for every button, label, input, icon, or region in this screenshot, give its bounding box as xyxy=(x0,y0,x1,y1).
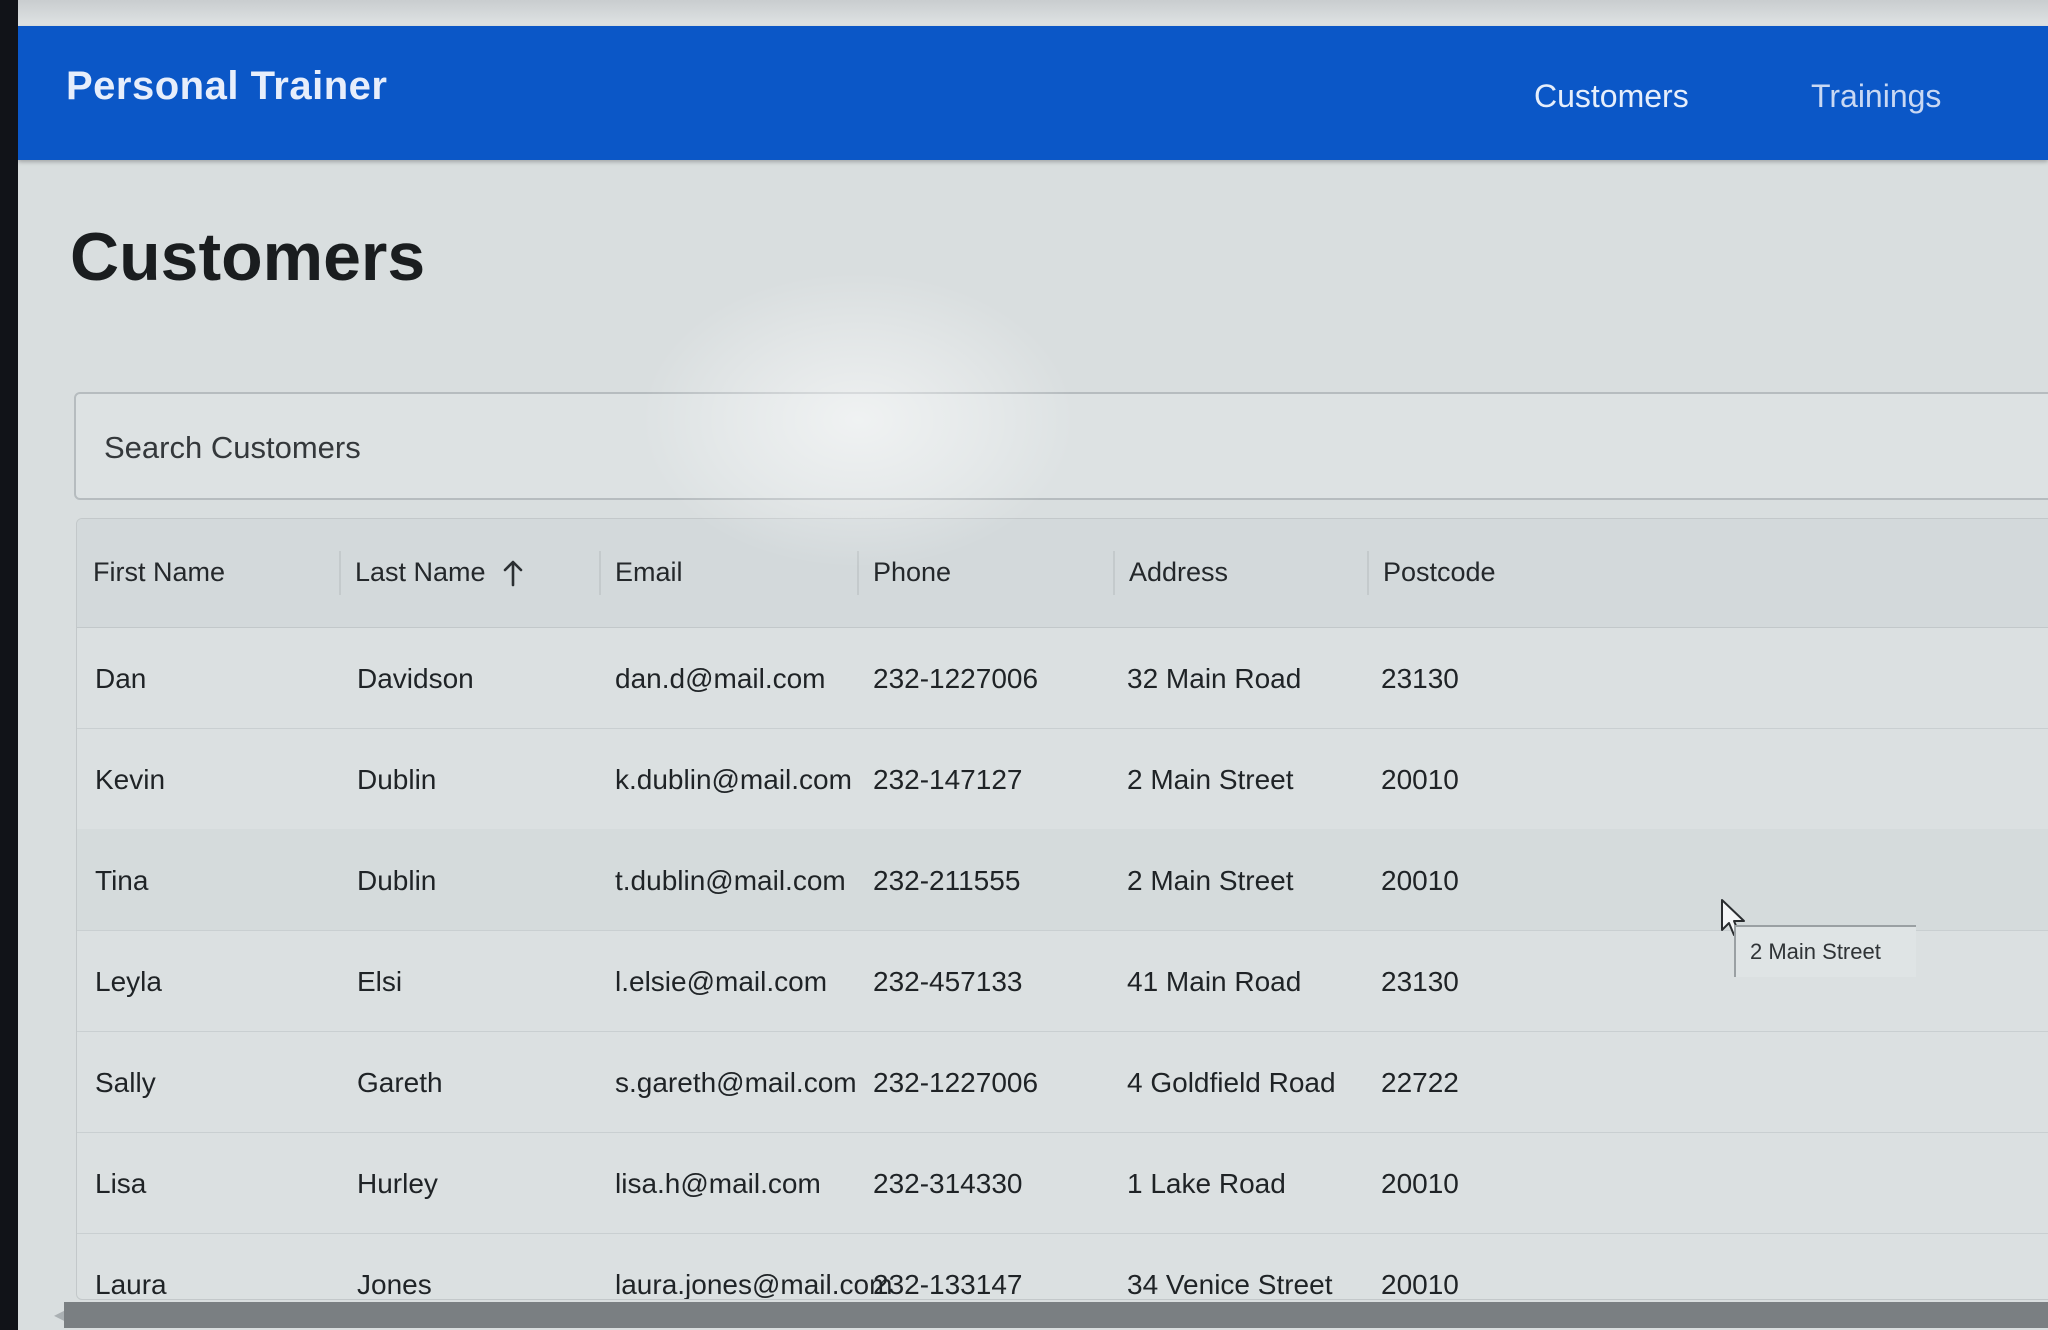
cell-last-name[interactable]: Dublin xyxy=(357,865,436,897)
column-header-label: Last Name xyxy=(355,557,486,587)
cell-address[interactable]: 41 Main Road xyxy=(1127,966,1301,998)
column-header-label: Phone xyxy=(873,557,952,587)
cell-first-name[interactable]: Tina xyxy=(95,865,148,897)
column-header-label: First Name xyxy=(93,557,226,587)
search-input[interactable] xyxy=(102,424,2006,472)
cell-phone[interactable]: 232-1227006 xyxy=(873,663,1038,695)
cell-phone[interactable]: 232-133147 xyxy=(873,1269,1022,1299)
cell-address[interactable]: 1 Lake Road xyxy=(1127,1168,1286,1200)
table-row[interactable]: Laura Jones laura.jones@mail.com 232-133147… xyxy=(77,1233,2048,1299)
cell-address[interactable]: 4 Goldfield Road xyxy=(1127,1067,1336,1099)
horizontal-scrollbar[interactable] xyxy=(64,1302,2048,1328)
nav-trainings-link[interactable]: Trainings xyxy=(1811,78,1941,115)
customers-table: First Name Last Name Email Phone Address… xyxy=(76,518,2048,1300)
column-header-label: Email xyxy=(615,557,683,587)
cell-email[interactable]: laura.jones@mail.com xyxy=(615,1269,892,1299)
page-title: Customers xyxy=(70,219,426,295)
cell-postcode[interactable]: 20010 xyxy=(1381,1269,1459,1299)
cell-phone[interactable]: 232-1227006 xyxy=(873,1067,1038,1099)
arrow-up-icon[interactable] xyxy=(502,559,524,587)
cell-first-name[interactable]: Laura xyxy=(95,1269,167,1299)
browser-chrome-edge xyxy=(18,0,2048,26)
cell-last-name[interactable]: Elsi xyxy=(357,966,402,998)
table-row[interactable]: Kevin Dublin k.dublin@mail.com 232-147127 2 … xyxy=(77,728,2048,830)
browser-viewport: Personal Trainer Customers Trainings Cus… xyxy=(18,0,2048,1330)
cell-email[interactable]: l.elsie@mail.com xyxy=(615,966,827,998)
column-header-email[interactable]: Email xyxy=(615,557,683,588)
cell-email[interactable]: s.gareth@mail.com xyxy=(615,1067,857,1099)
cell-first-name[interactable]: Leyla xyxy=(95,966,162,998)
column-resize-handle[interactable] xyxy=(339,551,341,595)
column-header-address[interactable]: Address xyxy=(1129,557,1228,588)
app-title: Personal Trainer xyxy=(66,64,388,108)
table-row[interactable]: Tina Dublin t.dublin@mail.com 232-211555 2 M… xyxy=(77,829,2048,931)
cell-phone[interactable]: 232-314330 xyxy=(873,1168,1022,1200)
cell-address[interactable]: 32 Main Road xyxy=(1127,663,1301,695)
cell-first-name[interactable]: Sally xyxy=(95,1067,156,1099)
cell-email[interactable]: k.dublin@mail.com xyxy=(615,764,852,796)
table-header: First Name Last Name Email Phone Address… xyxy=(77,519,2048,628)
cell-address[interactable]: 34 Venice Street xyxy=(1127,1269,1332,1299)
cell-tooltip: 2 Main Street xyxy=(1734,925,1916,977)
cell-email[interactable]: lisa.h@mail.com xyxy=(615,1168,821,1200)
nav-customers-link[interactable]: Customers xyxy=(1534,78,1689,115)
search-box[interactable] xyxy=(74,392,2048,500)
column-header-label: Postcode xyxy=(1383,557,1496,587)
cell-phone[interactable]: 232-457133 xyxy=(873,966,1022,998)
cell-last-name[interactable]: Davidson xyxy=(357,663,474,695)
column-header-last-name[interactable]: Last Name xyxy=(355,557,524,588)
column-resize-handle[interactable] xyxy=(857,551,859,595)
cell-last-name[interactable]: Hurley xyxy=(357,1168,438,1200)
cell-first-name[interactable]: Kevin xyxy=(95,764,165,796)
cell-postcode[interactable]: 20010 xyxy=(1381,764,1459,796)
cell-postcode[interactable]: 20010 xyxy=(1381,1168,1459,1200)
cell-last-name[interactable]: Jones xyxy=(357,1269,432,1299)
cell-postcode[interactable]: 22722 xyxy=(1381,1067,1459,1099)
table-row[interactable]: Lisa Hurley lisa.h@mail.com 232-314330 1 Lak… xyxy=(77,1132,2048,1234)
cell-address[interactable]: 2 Main Street xyxy=(1127,764,1294,796)
column-resize-handle[interactable] xyxy=(599,551,601,595)
cell-address[interactable]: 2 Main Street xyxy=(1127,865,1294,897)
column-header-phone[interactable]: Phone xyxy=(873,557,951,588)
cell-phone[interactable]: 232-147127 xyxy=(873,764,1022,796)
cell-first-name[interactable]: Dan xyxy=(95,663,146,695)
column-resize-handle[interactable] xyxy=(1367,551,1369,595)
cell-last-name[interactable]: Gareth xyxy=(357,1067,443,1099)
cell-email[interactable]: t.dublin@mail.com xyxy=(615,865,846,897)
cell-first-name[interactable]: Lisa xyxy=(95,1168,146,1200)
cell-postcode[interactable]: 23130 xyxy=(1381,663,1459,695)
column-header-postcode[interactable]: Postcode xyxy=(1383,557,1496,588)
cell-postcode[interactable]: 20010 xyxy=(1381,865,1459,897)
column-header-first-name[interactable]: First Name xyxy=(93,557,225,588)
cell-last-name[interactable]: Dublin xyxy=(357,764,436,796)
cell-email[interactable]: dan.d@mail.com xyxy=(615,663,826,695)
app-bar: Personal Trainer Customers Trainings xyxy=(18,26,2048,160)
cell-phone[interactable]: 232-211555 xyxy=(873,865,1020,897)
table-row[interactable]: Sally Gareth s.gareth@mail.com 232-1227006 4… xyxy=(77,1031,2048,1133)
column-header-label: Address xyxy=(1129,557,1229,587)
column-resize-handle[interactable] xyxy=(1113,551,1115,595)
table-row[interactable]: Dan Davidson dan.d@mail.com 232-1227006 32 M… xyxy=(77,627,2048,729)
cell-postcode[interactable]: 23130 xyxy=(1381,966,1459,998)
